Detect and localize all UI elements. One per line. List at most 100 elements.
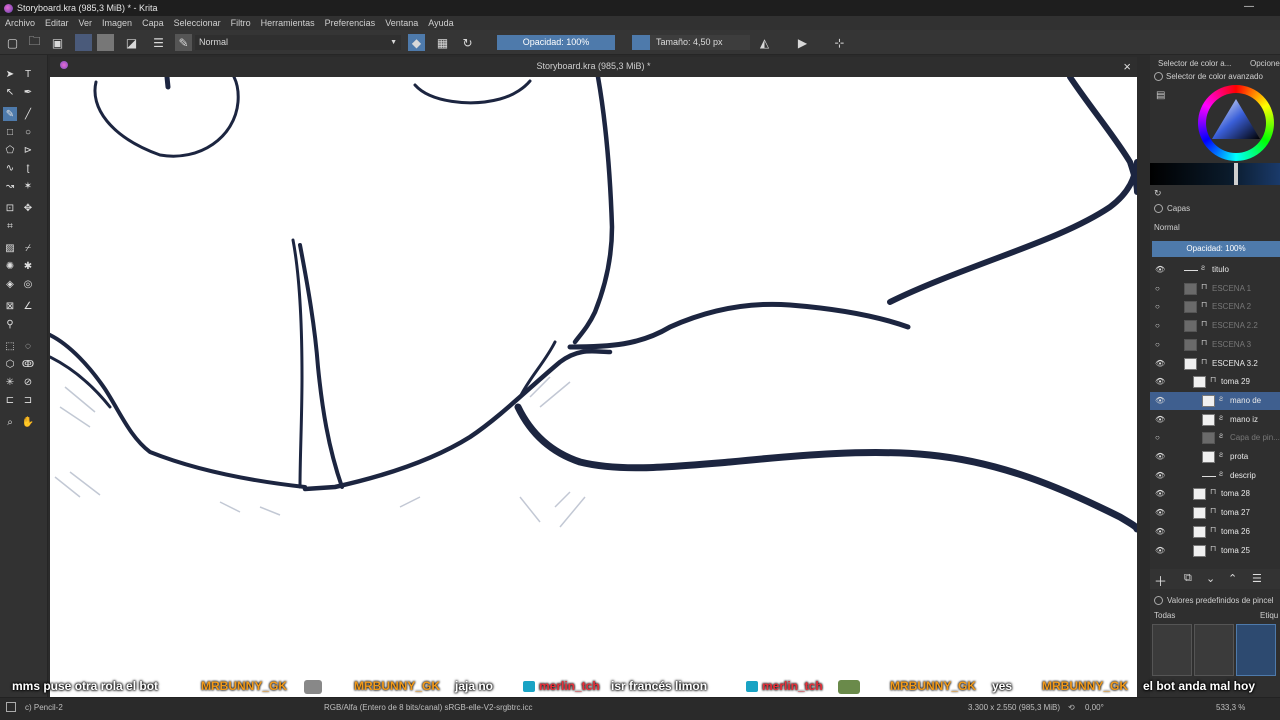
layer-row[interactable]: ○ ⊓ ESCENA 3 [1150,336,1280,354]
blend-mode-select[interactable]: Normal ▼ [195,35,401,50]
calligraphy-icon[interactable]: ✒ [21,85,35,99]
eye-icon[interactable]: 👁 [1155,265,1165,274]
ellipse-tool-icon[interactable]: ○ [21,125,35,139]
eye-hidden-icon[interactable]: ○ [1155,433,1160,442]
rotation-icon[interactable]: ⟲ [1068,703,1075,712]
rectangle-tool-icon[interactable]: □ [3,125,17,139]
dynamic-brush-icon[interactable]: ↝ [3,179,17,193]
minimize-button[interactable]: — [1244,1,1254,12]
menu-ver[interactable]: Ver [79,18,93,28]
presets-settings-icon[interactable] [1154,596,1163,605]
opacity-slider[interactable]: Opacidad: 100% [497,35,615,50]
edit-shape-icon[interactable]: ↖ [3,85,17,99]
move-tool-icon[interactable]: ✥ [21,201,35,215]
layer-row[interactable]: 👁 ⊓ toma 29 [1150,373,1280,391]
tool-options-tab[interactable]: Opcione [1250,59,1280,68]
measure-tool-icon[interactable]: ∠ [21,299,35,313]
eye-icon[interactable]: 👁 [1155,508,1165,517]
brush-preset-3[interactable] [1236,624,1276,676]
layer-row[interactable]: 👁 ƨ descrip [1150,467,1280,485]
contiguous-select-icon[interactable]: ✳ [3,375,17,389]
bezier-select-icon[interactable]: ⊏ [3,393,17,407]
layer-row[interactable]: 👁 ⊓ ESCENA 3.2 [1150,355,1280,373]
eye-hidden-icon[interactable]: ○ [1155,321,1160,330]
menu-ayuda[interactable]: Ayuda [428,18,453,28]
layer-row[interactable]: 👁 ⊓ toma 28 [1150,485,1280,503]
menu-archivo[interactable]: Archivo [5,18,35,28]
color-history-strip[interactable] [1150,163,1280,185]
docker-settings-icon[interactable] [1154,72,1163,81]
size-slider[interactable]: Tamaño: 4,50 px [632,35,750,50]
gradient-icon[interactable] [75,34,92,51]
menu-preferencias[interactable]: Preferencias [325,18,376,28]
color-triangle[interactable] [1208,95,1264,151]
layer-row[interactable]: 👁 ƨ titulo [1150,261,1280,279]
presets-tag[interactable]: Etiqu [1260,611,1278,620]
color-picker-icon[interactable]: ⌿ [21,241,35,255]
layer-menu-icon[interactable]: ☰ [1252,572,1262,585]
transform-tool-icon[interactable]: ⊡ [3,201,17,215]
save-icon[interactable]: ▣ [49,34,66,51]
eye-hidden-icon[interactable]: ○ [1155,340,1160,349]
layer-row[interactable]: ○ ⊓ ESCENA 2.2 [1150,317,1280,335]
layer-row[interactable]: 👁 ⊓ toma 27 [1150,504,1280,522]
refresh-icon[interactable]: ↻ [1154,188,1162,199]
brush-settings-icon[interactable]: ☰ [150,34,167,51]
presets-filter[interactable]: Todas [1154,611,1175,620]
eye-icon[interactable]: 👁 [1155,396,1165,405]
polygon-tool-icon[interactable]: ⬠ [3,143,17,157]
mirror-horizontal-icon[interactable]: ◭ [756,34,773,51]
new-document-icon[interactable]: ▢ [4,34,21,51]
layer-row[interactable]: 👁 ƨ prota [1150,448,1280,466]
pattern-icon[interactable] [97,34,114,51]
layer-row[interactable]: 👁 ƨ mano iz [1150,411,1280,429]
selection-icon[interactable] [6,702,16,712]
open-folder-icon[interactable]: 🗀 [26,34,43,51]
eye-icon[interactable]: 👁 [1155,527,1165,536]
move-layer-up-icon[interactable]: ⌃ [1228,572,1237,585]
gradient-tool-icon[interactable]: ▨ [3,241,17,255]
layer-row[interactable]: ○ ⊓ ESCENA 1 [1150,280,1280,298]
eye-icon[interactable]: 👁 [1155,359,1165,368]
polygon-select-icon[interactable]: ⬡ [3,357,17,371]
colorize-mask-icon[interactable]: ✺ [3,259,17,273]
brush-preset-2[interactable] [1194,624,1234,676]
duplicate-layer-icon[interactable]: ⧉ [1184,572,1192,585]
menu-filtro[interactable]: Filtro [231,18,251,28]
assistant-tool-icon[interactable]: ⊠ [3,299,17,313]
fill-tool-icon[interactable]: ◈ [3,277,17,291]
freehand-path-icon[interactable]: ʈ [21,161,35,175]
rect-select-icon[interactable]: ⬚ [3,339,17,353]
menu-editar[interactable]: Editar [45,18,69,28]
brush-preset-icon[interactable]: ✎ [175,34,192,51]
crop-tool-icon[interactable]: ⌗ [3,219,17,233]
eye-icon[interactable]: 👁 [1155,415,1165,424]
reference-tool-icon[interactable]: ⚲ [3,317,17,331]
add-layer-icon[interactable]: ＋ [1154,571,1167,590]
layer-row[interactable]: ○ ⊓ ESCENA 2 [1150,298,1280,316]
magnetic-select-icon[interactable]: ⊐ [21,393,35,407]
freehand-brush-icon[interactable]: ✎ [3,107,17,121]
zoom-tool-icon[interactable]: ⌕ [3,415,17,429]
menu-capa[interactable]: Capa [142,18,164,28]
select-shape-icon[interactable]: ➤ [3,67,17,81]
eye-icon[interactable]: 👁 [1155,377,1165,386]
layer-row[interactable]: 👁 ⊓ toma 26 [1150,523,1280,541]
color-swap-icon[interactable]: ◪ [123,34,140,51]
menu-ventana[interactable]: Ventana [385,18,418,28]
pan-tool-icon[interactable]: ✋ [21,415,35,429]
polyline-tool-icon[interactable]: ⊳ [21,143,35,157]
reload-preset-icon[interactable]: ↻ [459,34,476,51]
color-list-icon[interactable]: ▤ [1156,90,1165,101]
layer-row[interactable]: 👁 ⊓ toma 25 [1150,542,1280,560]
drawing-canvas[interactable] [50,77,1137,697]
ellipse-select-icon[interactable]: ◌ [21,339,35,353]
preserve-alpha-icon[interactable]: ▦ [434,34,451,51]
close-document-icon[interactable]: × [1123,59,1131,74]
layer-opacity-slider[interactable]: Opacidad: 100% [1152,241,1280,257]
line-tool-icon[interactable]: ╱ [21,107,35,121]
document-tab[interactable]: Storyboard.kra (985,3 MiB) * × [50,57,1137,77]
layers-blend-mode[interactable]: Normal [1154,223,1180,232]
eraser-mode-icon[interactable]: ◆ [408,34,425,51]
menu-imagen[interactable]: Imagen [102,18,132,28]
